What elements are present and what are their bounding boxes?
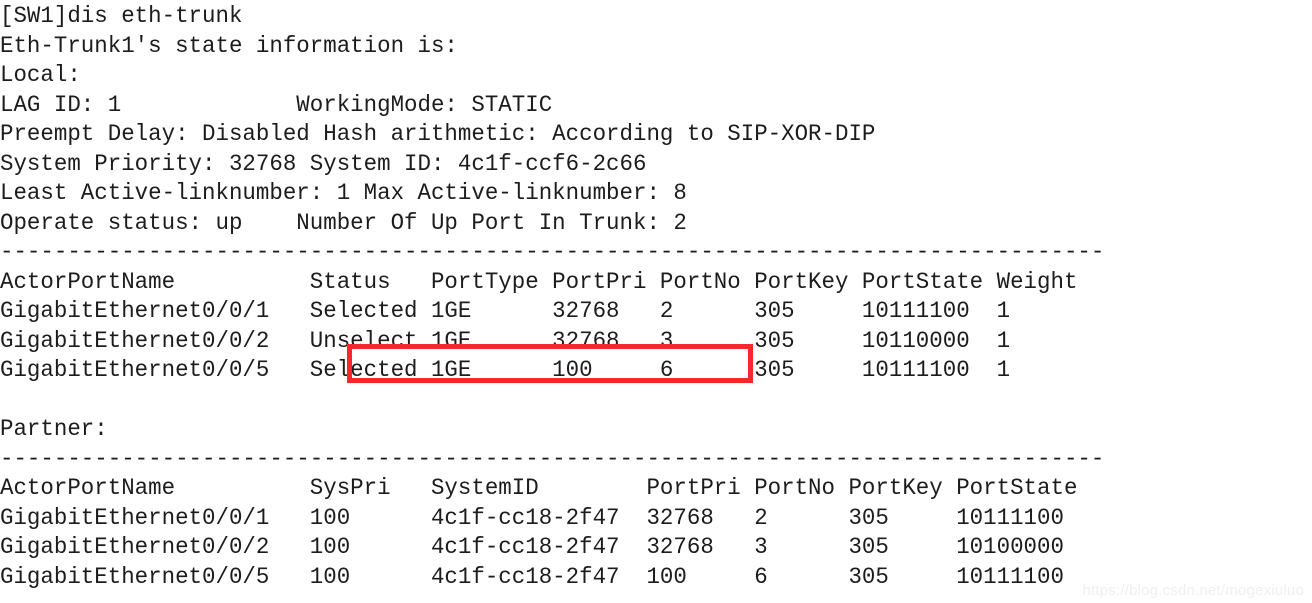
eth-trunk-title-line: Eth-Trunk1's state information is: xyxy=(0,32,458,60)
partner-table-header-row: ActorPortName SysPri SystemID PortPri Po… xyxy=(0,475,1078,502)
partner-table-separator: ----------------------------------------… xyxy=(0,445,1105,473)
summary-line-active-linknumber: Least Active-linknumber: 1 Max Active-li… xyxy=(0,180,687,207)
terminal-window: [SW1]dis eth-trunk Eth-Trunk1's state in… xyxy=(0,0,1312,603)
partner-section-heading: Partner: xyxy=(0,416,108,443)
command-prompt-line: [SW1]dis eth-trunk xyxy=(0,3,243,30)
local-table-separator: ----------------------------------------… xyxy=(0,239,1105,266)
summary-line-lag-id: LAG ID: 1 WorkingMode: STATIC xyxy=(0,91,553,119)
terminal-output: [SW1]dis eth-trunk Eth-Trunk1's state in… xyxy=(0,2,1312,592)
summary-line-system-priority: System Priority: 32768 System ID: 4c1f-c… xyxy=(0,150,647,178)
partner-table-row: GigabitEthernet0/0/5 100 4c1f-cc18-2f47 … xyxy=(0,563,1064,591)
local-table-row: GigabitEthernet0/0/2 Unselect 1GE 32768 … xyxy=(0,327,1011,355)
summary-line-operate-status: Operate status: up Number Of Up Port In … xyxy=(0,209,687,237)
local-section-heading: Local: xyxy=(0,62,81,89)
summary-line-preempt-delay: Preempt Delay: Disabled Hash arithmetic:… xyxy=(0,121,876,148)
watermark-text: https://blog.csdn.net/mogexiuluo xyxy=(1082,582,1304,599)
local-table-row: GigabitEthernet0/0/1 Selected 1GE 32768 … xyxy=(0,298,1011,325)
local-table-header-row: ActorPortName Status PortType PortPri Po… xyxy=(0,268,1078,296)
local-table-row-highlighted: GigabitEthernet0/0/5 Selected 1GE 100 6 … xyxy=(0,357,1011,384)
partner-table-row: GigabitEthernet0/0/1 100 4c1f-cc18-2f47 … xyxy=(0,504,1064,532)
partner-table-row: GigabitEthernet0/0/2 100 4c1f-cc18-2f47 … xyxy=(0,534,1064,561)
